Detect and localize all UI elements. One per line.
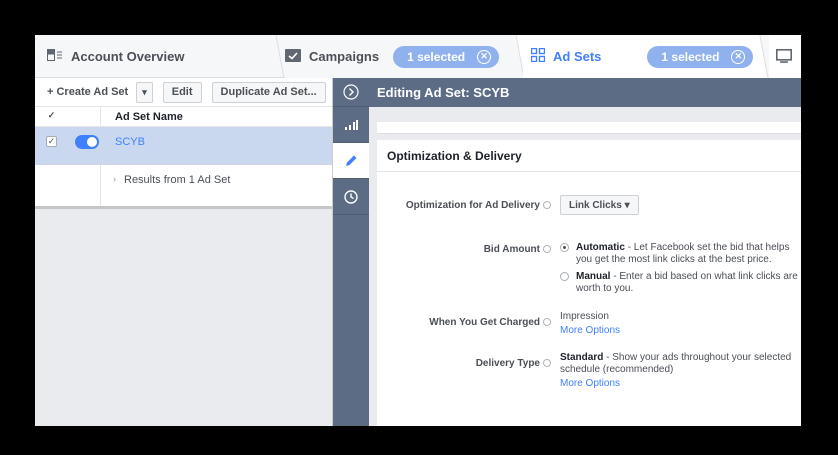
clock-icon[interactable] bbox=[333, 179, 369, 215]
charged-value: Impression bbox=[560, 311, 609, 322]
create-ad-set-button[interactable]: + Create Ad Set bbox=[45, 82, 130, 103]
ads-manager-frame: Account Overview Campaigns 1 selected ✕ … bbox=[35, 35, 801, 426]
table-row[interactable]: ✓ SCYB bbox=[35, 127, 332, 165]
tab-campaigns[interactable]: Campaigns 1 selected ✕ bbox=[285, 35, 525, 78]
delivery-value: Standard - Show your ads throughout your… bbox=[560, 352, 792, 375]
ads-tab-icon[interactable] bbox=[776, 49, 792, 68]
row-checkbox[interactable]: ✓ bbox=[46, 136, 57, 147]
grid-icon bbox=[530, 47, 546, 65]
delivery-value-group: Standard - Show your ads throughout your… bbox=[560, 352, 801, 390]
optimization-delivery-card: Optimization & Delivery Optimization for… bbox=[377, 140, 801, 426]
ad-sets-selected-chip[interactable]: 1 selected ✕ bbox=[647, 45, 754, 68]
close-icon[interactable]: ✕ bbox=[731, 49, 746, 64]
table-header: ✓ Ad Set Name bbox=[35, 107, 332, 127]
info-icon[interactable] bbox=[543, 245, 551, 254]
info-icon[interactable] bbox=[543, 318, 551, 327]
create-dropdown-button[interactable]: ▾ bbox=[136, 81, 153, 103]
tab-account-overview-label: Account Overview bbox=[71, 49, 185, 64]
pencil-icon[interactable] bbox=[333, 143, 369, 179]
delivery-type-label: Delivery Type bbox=[476, 358, 551, 369]
optimization-label: Optimization for Ad Delivery bbox=[406, 200, 551, 211]
results-row: › Results from 1 Ad Set bbox=[35, 165, 332, 209]
tab-divider bbox=[759, 35, 769, 78]
tab-campaigns-label: Campaigns bbox=[309, 49, 380, 64]
column-header-ad-set-name[interactable]: Ad Set Name bbox=[115, 111, 183, 123]
info-icon[interactable] bbox=[543, 359, 551, 368]
charged-more-options-link[interactable]: More Options bbox=[560, 325, 801, 337]
table-toolbar: + Create Ad Set ▾ Edit Duplicate Ad Set.… bbox=[35, 78, 332, 107]
column-divider bbox=[100, 127, 101, 164]
campaigns-chip-label: 1 selected bbox=[407, 49, 466, 64]
ad-sets-table-panel: + Create Ad Set ▾ Edit Duplicate Ad Set.… bbox=[35, 78, 333, 426]
chart-icon[interactable] bbox=[333, 107, 369, 143]
tab-ad-sets-label: Ad Sets bbox=[553, 49, 602, 64]
column-divider bbox=[100, 165, 101, 206]
select-all-checkbox[interactable]: ✓ bbox=[46, 111, 57, 122]
bid-amount-label: Bid Amount bbox=[484, 244, 551, 255]
bid-automatic-radio[interactable] bbox=[560, 243, 569, 252]
editor-side-nav bbox=[333, 78, 369, 426]
results-summary: Results from 1 Ad Set bbox=[124, 174, 231, 186]
close-icon[interactable]: ✕ bbox=[477, 49, 492, 64]
tab-divider bbox=[275, 35, 285, 78]
editor-title: Editing Ad Set: SCYB bbox=[369, 78, 801, 107]
tab-account-overview[interactable]: Account Overview bbox=[47, 35, 287, 78]
tab-bar: Account Overview Campaigns 1 selected ✕ … bbox=[35, 35, 801, 78]
bid-manual-option[interactable]: Manual - Enter a bid based on what link … bbox=[560, 271, 801, 297]
campaigns-selected-chip[interactable]: 1 selected ✕ bbox=[393, 45, 500, 68]
previous-section-card bbox=[377, 122, 801, 134]
chevron-right-icon[interactable]: › bbox=[113, 174, 116, 184]
edit-button[interactable]: Edit bbox=[162, 81, 202, 103]
ad-set-name[interactable]: SCYB bbox=[115, 136, 145, 148]
delivery-more-options-link[interactable]: More Options bbox=[560, 378, 801, 390]
bid-manual-radio[interactable] bbox=[560, 272, 569, 281]
ad-sets-chip-label: 1 selected bbox=[661, 49, 720, 64]
ad-set-toggle[interactable] bbox=[75, 135, 99, 149]
column-divider bbox=[100, 107, 101, 126]
folder-icon bbox=[285, 48, 301, 65]
duplicate-ad-set-button[interactable]: Duplicate Ad Set... bbox=[211, 81, 326, 103]
bid-automatic-option[interactable]: Automatic - Let Facebook set the bid tha… bbox=[560, 242, 801, 268]
optimization-dropdown[interactable]: Link Clicks ▾ bbox=[560, 195, 639, 215]
section-title: Optimization & Delivery bbox=[377, 140, 801, 172]
info-icon[interactable] bbox=[543, 201, 551, 210]
charged-label: When You Get Charged bbox=[429, 317, 551, 328]
table-icon bbox=[47, 49, 63, 64]
ad-set-editor: Editing Ad Set: SCYB Optimization & Deli… bbox=[369, 78, 801, 426]
expand-icon[interactable] bbox=[333, 78, 369, 107]
charged-value-group: Impression More Options bbox=[560, 311, 801, 337]
